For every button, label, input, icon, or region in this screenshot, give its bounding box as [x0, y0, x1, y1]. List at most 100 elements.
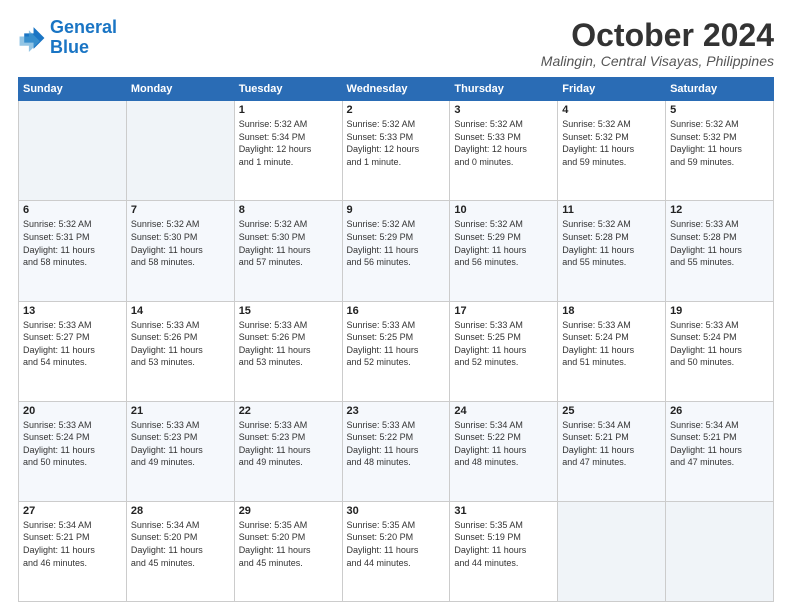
- calendar-header-thursday: Thursday: [450, 78, 558, 101]
- calendar-cell: 2 Sunrise: 5:32 AM Sunset: 5:33 PM Daylig…: [342, 101, 450, 201]
- day-number: 6: [23, 204, 122, 216]
- day-number: 21: [131, 405, 230, 417]
- header: General Blue October 2024 Malingin, Cent…: [18, 18, 774, 69]
- day-detail: Sunrise: 5:32 AM Sunset: 5:33 PM Dayligh…: [454, 118, 553, 168]
- calendar-cell: 26 Sunrise: 5:34 AM Sunset: 5:21 PM Dayli…: [666, 401, 774, 501]
- day-number: 25: [562, 405, 661, 417]
- day-number: 13: [23, 305, 122, 317]
- calendar-cell: 23 Sunrise: 5:33 AM Sunset: 5:22 PM Dayli…: [342, 401, 450, 501]
- day-number: 20: [23, 405, 122, 417]
- day-number: 9: [347, 204, 446, 216]
- calendar-cell: 3Sunrise: 5:32 AM Sunset: 5:33 PM Daylig…: [450, 101, 558, 201]
- day-detail: Sunrise: 5:32 AM Sunset: 5:28 PM Dayligh…: [562, 218, 661, 268]
- day-number: 17: [454, 305, 553, 317]
- day-detail: Sunrise: 5:34 AM Sunset: 5:22 PM Dayligh…: [454, 419, 553, 469]
- day-detail: Sunrise: 5:34 AM Sunset: 5:21 PM Dayligh…: [562, 419, 661, 469]
- calendar-cell: 22Sunrise: 5:33 AM Sunset: 5:23 PM Dayli…: [234, 401, 342, 501]
- title-block: October 2024 Malingin, Central Visayas, …: [541, 18, 774, 69]
- calendar-cell: 13Sunrise: 5:33 AM Sunset: 5:27 PM Dayli…: [19, 301, 127, 401]
- calendar-table: SundayMondayTuesdayWednesdayThursdayFrid…: [18, 77, 774, 602]
- day-detail: Sunrise: 5:32 AM Sunset: 5:31 PM Dayligh…: [23, 218, 122, 268]
- day-detail: Sunrise: 5:32 AM Sunset: 5:29 PM Dayligh…: [454, 218, 553, 268]
- calendar-cell: 1Sunrise: 5:32 AM Sunset: 5:34 PM Daylig…: [234, 101, 342, 201]
- calendar-week-2: 6 Sunrise: 5:32 AM Sunset: 5:31 PM Daylig…: [19, 201, 774, 301]
- calendar-cell: 31 Sunrise: 5:35 AM Sunset: 5:19 PM Dayli…: [450, 501, 558, 601]
- day-number: 4: [562, 104, 661, 116]
- logo-blue: Blue: [50, 38, 117, 58]
- calendar-header-wednesday: Wednesday: [342, 78, 450, 101]
- calendar-week-4: 20 Sunrise: 5:33 AM Sunset: 5:24 PM Dayli…: [19, 401, 774, 501]
- day-number: 15: [239, 305, 338, 317]
- day-number: 26: [670, 405, 769, 417]
- calendar-cell: 19 Sunrise: 5:33 AM Sunset: 5:24 PM Dayli…: [666, 301, 774, 401]
- day-detail: Sunrise: 5:34 AM Sunset: 5:21 PM Dayligh…: [670, 419, 769, 469]
- day-number: 31: [454, 505, 553, 517]
- logo: General Blue: [18, 18, 117, 58]
- day-detail: Sunrise: 5:33 AM Sunset: 5:24 PM Dayligh…: [670, 319, 769, 369]
- calendar-cell: 30 Sunrise: 5:35 AM Sunset: 5:20 PM Dayli…: [342, 501, 450, 601]
- day-number: 8: [239, 204, 338, 216]
- day-number: 23: [347, 405, 446, 417]
- day-number: 10: [454, 204, 553, 216]
- day-detail: Sunrise: 5:34 AM Sunset: 5:20 PM Dayligh…: [131, 519, 230, 569]
- calendar-cell: 6 Sunrise: 5:32 AM Sunset: 5:31 PM Daylig…: [19, 201, 127, 301]
- calendar-cell: [666, 501, 774, 601]
- day-detail: Sunrise: 5:32 AM Sunset: 5:32 PM Dayligh…: [670, 118, 769, 168]
- day-number: 2: [347, 104, 446, 116]
- calendar-cell: 15Sunrise: 5:33 AM Sunset: 5:26 PM Dayli…: [234, 301, 342, 401]
- day-number: 14: [131, 305, 230, 317]
- calendar-header-saturday: Saturday: [666, 78, 774, 101]
- day-detail: Sunrise: 5:33 AM Sunset: 5:23 PM Dayligh…: [239, 419, 338, 469]
- day-number: 27: [23, 505, 122, 517]
- calendar-cell: 17 Sunrise: 5:33 AM Sunset: 5:25 PM Dayli…: [450, 301, 558, 401]
- day-number: 24: [454, 405, 553, 417]
- calendar-cell: 21 Sunrise: 5:33 AM Sunset: 5:23 PM Dayli…: [126, 401, 234, 501]
- day-detail: Sunrise: 5:34 AM Sunset: 5:21 PM Dayligh…: [23, 519, 122, 569]
- day-number: 28: [131, 505, 230, 517]
- day-number: 19: [670, 305, 769, 317]
- day-number: 7: [131, 204, 230, 216]
- calendar-cell: 27 Sunrise: 5:34 AM Sunset: 5:21 PM Dayli…: [19, 501, 127, 601]
- calendar-week-5: 27 Sunrise: 5:34 AM Sunset: 5:21 PM Dayli…: [19, 501, 774, 601]
- calendar-cell: 20 Sunrise: 5:33 AM Sunset: 5:24 PM Dayli…: [19, 401, 127, 501]
- calendar-cell: 16 Sunrise: 5:33 AM Sunset: 5:25 PM Dayli…: [342, 301, 450, 401]
- calendar-cell: 7 Sunrise: 5:32 AM Sunset: 5:30 PM Daylig…: [126, 201, 234, 301]
- subtitle: Malingin, Central Visayas, Philippines: [541, 53, 774, 69]
- calendar-cell: 12 Sunrise: 5:33 AM Sunset: 5:28 PM Dayli…: [666, 201, 774, 301]
- day-detail: Sunrise: 5:33 AM Sunset: 5:22 PM Dayligh…: [347, 419, 446, 469]
- day-number: 12: [670, 204, 769, 216]
- calendar-cell: 18 Sunrise: 5:33 AM Sunset: 5:24 PM Dayli…: [558, 301, 666, 401]
- day-detail: Sunrise: 5:33 AM Sunset: 5:24 PM Dayligh…: [562, 319, 661, 369]
- calendar-cell: [126, 101, 234, 201]
- calendar-cell: 10 Sunrise: 5:32 AM Sunset: 5:29 PM Dayli…: [450, 201, 558, 301]
- day-number: 5: [670, 104, 769, 116]
- calendar-cell: 29Sunrise: 5:35 AM Sunset: 5:20 PM Dayli…: [234, 501, 342, 601]
- calendar-cell: 5 Sunrise: 5:32 AM Sunset: 5:32 PM Daylig…: [666, 101, 774, 201]
- day-number: 18: [562, 305, 661, 317]
- calendar-header-friday: Friday: [558, 78, 666, 101]
- day-detail: Sunrise: 5:32 AM Sunset: 5:30 PM Dayligh…: [239, 218, 338, 268]
- logo-icon: [18, 24, 46, 52]
- day-detail: Sunrise: 5:32 AM Sunset: 5:30 PM Dayligh…: [131, 218, 230, 268]
- calendar-header-monday: Monday: [126, 78, 234, 101]
- day-detail: Sunrise: 5:35 AM Sunset: 5:19 PM Dayligh…: [454, 519, 553, 569]
- calendar-header-sunday: Sunday: [19, 78, 127, 101]
- day-detail: Sunrise: 5:33 AM Sunset: 5:28 PM Dayligh…: [670, 218, 769, 268]
- day-number: 29: [239, 505, 338, 517]
- day-detail: Sunrise: 5:33 AM Sunset: 5:25 PM Dayligh…: [347, 319, 446, 369]
- day-detail: Sunrise: 5:32 AM Sunset: 5:33 PM Dayligh…: [347, 118, 446, 168]
- calendar-cell: 14 Sunrise: 5:33 AM Sunset: 5:26 PM Dayli…: [126, 301, 234, 401]
- day-detail: Sunrise: 5:32 AM Sunset: 5:29 PM Dayligh…: [347, 218, 446, 268]
- day-detail: Sunrise: 5:33 AM Sunset: 5:25 PM Dayligh…: [454, 319, 553, 369]
- calendar-cell: 24 Sunrise: 5:34 AM Sunset: 5:22 PM Dayli…: [450, 401, 558, 501]
- day-number: 16: [347, 305, 446, 317]
- calendar-week-1: 1Sunrise: 5:32 AM Sunset: 5:34 PM Daylig…: [19, 101, 774, 201]
- day-detail: Sunrise: 5:33 AM Sunset: 5:24 PM Dayligh…: [23, 419, 122, 469]
- calendar-cell: 8 Sunrise: 5:32 AM Sunset: 5:30 PM Daylig…: [234, 201, 342, 301]
- day-detail: Sunrise: 5:33 AM Sunset: 5:23 PM Dayligh…: [131, 419, 230, 469]
- calendar-cell: 25 Sunrise: 5:34 AM Sunset: 5:21 PM Dayli…: [558, 401, 666, 501]
- day-number: 11: [562, 204, 661, 216]
- day-number: 30: [347, 505, 446, 517]
- day-detail: Sunrise: 5:33 AM Sunset: 5:26 PM Dayligh…: [131, 319, 230, 369]
- day-detail: Sunrise: 5:35 AM Sunset: 5:20 PM Dayligh…: [347, 519, 446, 569]
